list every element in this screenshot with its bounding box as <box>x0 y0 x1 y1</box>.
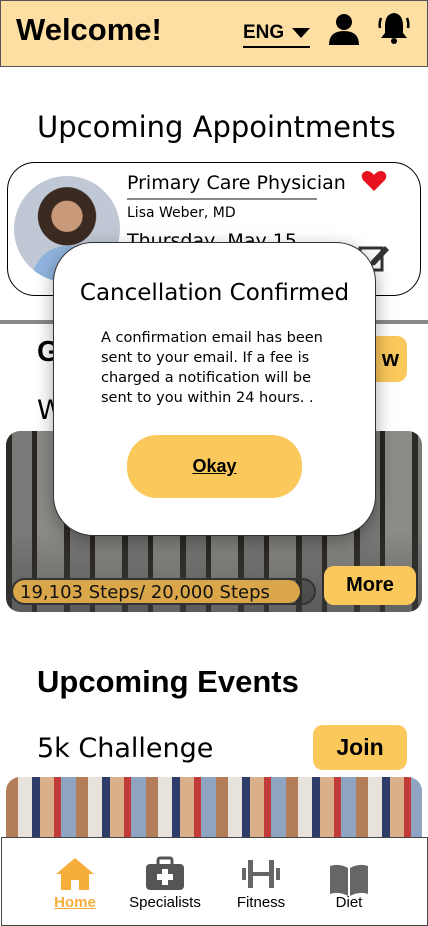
dialog-message: A confirmation email has been sent to yo… <box>101 330 323 406</box>
doctor-name: Lisa Weber, MD <box>127 205 236 221</box>
events-heading: Upcoming Events <box>37 664 299 699</box>
okay-button[interactable]: Okay <box>127 435 302 498</box>
book-icon <box>330 864 368 896</box>
user-icon[interactable] <box>327 12 361 46</box>
steps-progress-text: 19,103 Steps/ 20,000 Steps <box>20 582 270 603</box>
event-name: 5k Challenge <box>37 733 214 764</box>
nav-label-specialists: Specialists <box>129 894 201 911</box>
divider <box>127 198 317 200</box>
appointment-type: Primary Care Physician <box>127 172 346 194</box>
home-icon <box>56 858 94 890</box>
chevron-down-icon <box>292 27 311 38</box>
heart-icon[interactable] <box>361 170 387 192</box>
join-button[interactable]: Join <box>313 725 407 770</box>
language-selector[interactable]: ENG <box>243 22 311 48</box>
nav-label-home: Home <box>54 894 96 911</box>
runners-image <box>6 777 422 839</box>
nav-label-diet: Diet <box>335 894 363 911</box>
nav-item-diet[interactable]: Diet <box>304 838 394 911</box>
more-button[interactable]: More <box>324 566 416 605</box>
appointments-heading: Upcoming Appointments <box>37 110 396 144</box>
dialog-title: Cancellation Confirmed <box>79 280 350 306</box>
nav-item-specialists[interactable]: Specialists <box>120 838 210 911</box>
bell-icon[interactable] <box>377 10 411 46</box>
nav-label-fitness: Fitness <box>236 894 286 911</box>
language-label: ENG <box>243 22 285 43</box>
bottom-nav: Home Specialists Fitness Diet <box>1 837 428 926</box>
steps-progress-bar: 19,103 Steps/ 20,000 Steps <box>11 578 316 605</box>
nav-item-fitness[interactable]: Fitness <box>216 838 306 911</box>
nav-item-home[interactable]: Home <box>30 838 120 911</box>
dumbbell-icon <box>242 860 280 888</box>
page-title: Welcome! <box>16 12 162 47</box>
medkit-icon <box>146 856 184 890</box>
